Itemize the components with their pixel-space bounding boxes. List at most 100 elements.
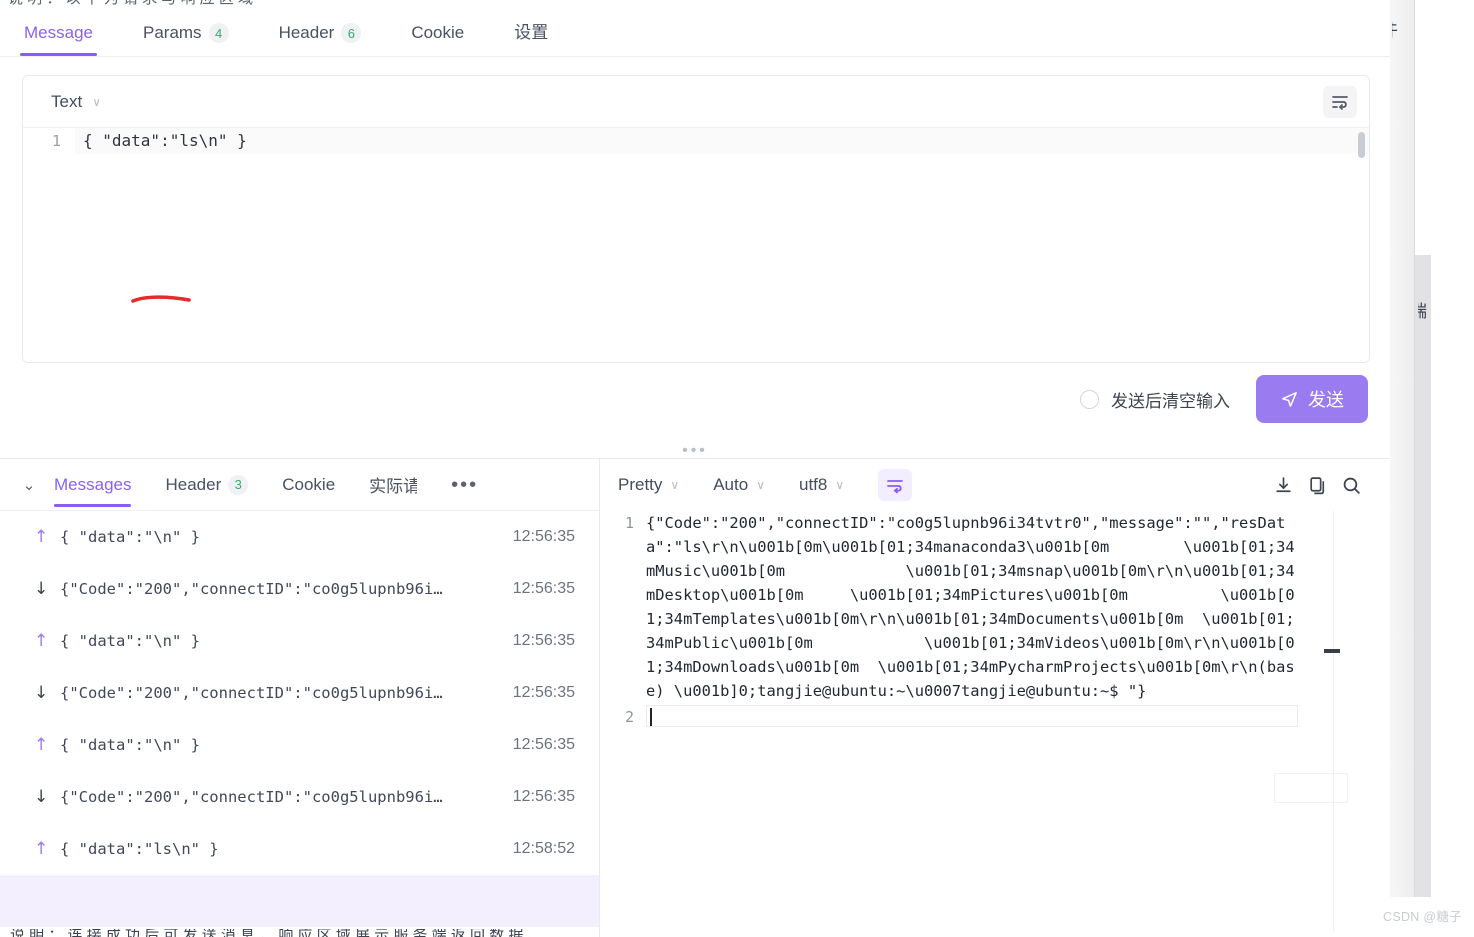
response-line-2: 2 <box>600 705 1390 729</box>
arrow-up-icon: ↑ <box>34 631 49 651</box>
tab-message-label: Message <box>24 23 93 42</box>
response-panel: Pretty ∨ Auto ∨ utf8 ∨ 1 {"Code":"200","… <box>600 459 1390 937</box>
tab-response-cookie[interactable]: Cookie <box>282 459 335 510</box>
response-body-text[interactable]: {"Code":"200","connectID":"co0g5lupnb96i… <box>646 511 1298 703</box>
message-editor-toolbar: Text ∨ <box>23 76 1369 128</box>
code-line-content[interactable]: { "data":"ls\n" } <box>75 128 1369 154</box>
download-icon[interactable] <box>1266 469 1300 501</box>
list-item-time: 12:58:52 <box>512 840 575 857</box>
clear-after-send-label: 发送后清空输入 <box>1111 391 1230 411</box>
word-wrap-icon[interactable] <box>878 469 913 501</box>
bottom-clipped-label: 说 明 ： 连 接 成 功 后 可 发 送 消 息 ， 响 应 区 域 展 示 … <box>10 929 523 937</box>
tab-header[interactable]: Header 6 <box>275 23 366 56</box>
message-code-area[interactable]: 1 { "data":"ls\n" } <box>23 128 1369 362</box>
arrow-down-icon: ↓ <box>34 579 49 599</box>
text-caret <box>650 708 652 726</box>
response-line-number: 1 <box>624 514 634 532</box>
clear-after-send-checkbox[interactable]: 发送后清空输入 <box>1080 387 1230 412</box>
request-panel: Message Params 4 Header 6 Cookie 设置 Text… <box>0 9 1390 459</box>
messages-list[interactable]: ↑ { "data":"\n" } 12:56:35 ↓ {"Code":"20… <box>0 511 599 937</box>
tabs-overflow-button[interactable]: ••• <box>451 475 478 495</box>
format-select[interactable]: Text ∨ <box>51 92 101 112</box>
chevron-down-icon: ∨ <box>756 478 765 492</box>
list-item-text: {"Code":"200","connectID":"co0g5lupnb96i… <box>60 580 443 598</box>
clipped-text-mid-label: 端 <box>1418 302 1427 321</box>
tab-messages-label: Messages <box>54 474 132 494</box>
checkbox-circle-icon[interactable] <box>1080 389 1099 409</box>
charset-select[interactable]: utf8 ∨ <box>799 475 844 495</box>
charset-select-value: utf8 <box>798 475 828 494</box>
adjacent-window-strip: 件 端 <box>1390 0 1474 937</box>
red-annotation-underline <box>131 295 191 303</box>
tab-actual-request-label: 实际请 <box>369 477 418 496</box>
list-item-text: {"Code":"200","connectID":"co0g5lupnb96i… <box>60 684 443 702</box>
chevron-down-icon: ∨ <box>670 478 680 492</box>
top-clipped-text: 说 明 ： 以 下 为 请 求 与 响 应 区 域 <box>0 0 1474 9</box>
arrow-down-icon: ↓ <box>34 787 49 807</box>
tab-response-header[interactable]: Header 3 <box>165 459 249 510</box>
list-item-time: 12:56:35 <box>512 528 575 545</box>
list-item[interactable]: ↓ {"Code":"200","connectID":"co0g5lupnb9… <box>0 667 599 719</box>
list-item-text: {"Code":"200","connectID":"co0g5lupnb96i… <box>60 788 443 806</box>
tab-actual-request[interactable]: 实际请 <box>369 459 418 510</box>
editor-scrollbar-thumb[interactable] <box>1358 132 1365 158</box>
clipped-text-mid: 端 <box>1418 300 1448 322</box>
search-icon[interactable] <box>1334 469 1368 501</box>
editor-scrollbar-track[interactable] <box>1358 130 1367 360</box>
list-item-text: { "data":"\n" } <box>60 528 200 546</box>
send-button-label: 发送 <box>1308 390 1344 410</box>
tab-message[interactable]: Message <box>20 23 97 56</box>
response-scrollbar-thumb[interactable] <box>1324 649 1340 653</box>
paper-plane-icon <box>1282 391 1297 407</box>
tab-cookie-label: Cookie <box>411 23 465 42</box>
code-line-number: 1 <box>51 132 61 150</box>
list-item-time: 12:56:35 <box>512 788 575 805</box>
pretty-select[interactable]: Pretty ∨ <box>618 475 679 495</box>
list-item-text: { "data":"ls\n" } <box>60 840 219 858</box>
send-controls: 发送后清空输入 发送 <box>1080 375 1368 423</box>
response-toolbar: Pretty ∨ Auto ∨ utf8 ∨ <box>600 459 1390 511</box>
list-item[interactable]: ↑ { "data":"ls\n" } 12:58:52 <box>0 823 599 875</box>
arrow-up-icon: ↑ <box>34 735 49 755</box>
tab-header-badge: 6 <box>341 23 362 43</box>
list-item[interactable]: ↑ { "data":"\n" } 12:56:35 <box>0 719 599 771</box>
list-item-selected[interactable] <box>0 875 599 927</box>
panel-splitter[interactable]: ••• <box>0 442 1390 459</box>
response-edge-box <box>1274 773 1348 803</box>
list-item[interactable]: ↑ { "data":"\n" } 12:56:35 <box>0 615 599 667</box>
copy-icon[interactable] <box>1300 469 1334 501</box>
response-line-1: 1 {"Code":"200","connectID":"co0g5lupnb9… <box>600 511 1390 703</box>
splitter-dots: ••• <box>682 442 708 459</box>
lower-area: ⌄ Messages Header 3 Cookie 实际请 ••• ↑ {"… <box>0 459 1390 937</box>
tab-response-header-badge: 3 <box>228 474 249 495</box>
response-scrollbar-track[interactable] <box>1333 511 1334 931</box>
format-select-value: Text <box>51 91 83 111</box>
tab-params-badge: 4 <box>208 23 229 43</box>
list-item[interactable]: ↓ {"Code":"200","connectID":"co0g5lupnb9… <box>0 771 599 823</box>
tab-settings[interactable]: 设置 <box>510 18 552 56</box>
response-body[interactable]: 1 {"Code":"200","connectID":"co0g5lupnb9… <box>600 511 1390 931</box>
adjacent-window-scrollbar[interactable] <box>1415 255 1431 897</box>
tab-cookie[interactable]: Cookie <box>407 23 468 56</box>
response-line-number: 2 <box>624 708 634 726</box>
request-tabbar: Message Params 4 Header 6 Cookie 设置 <box>0 9 1390 57</box>
tab-messages[interactable]: Messages <box>54 459 132 510</box>
list-item-text: { "data":"\n" } <box>60 632 200 650</box>
top-clipped-label: 说 明 ： 以 下 为 请 求 与 响 应 区 域 <box>8 0 253 8</box>
response-line-2-content[interactable] <box>646 705 1298 727</box>
list-item[interactable]: ↑ { "data":"\n" } 12:56:35 <box>0 511 599 563</box>
pretty-select-value: Pretty <box>618 475 663 494</box>
watermark: CSDN @糖子 <box>1383 910 1462 924</box>
code-line-1: 1 { "data":"ls\n" } <box>23 128 1369 154</box>
tab-params[interactable]: Params 4 <box>139 23 233 56</box>
chevron-down-icon[interactable]: ⌄ <box>16 472 42 498</box>
auto-select[interactable]: Auto ∨ <box>713 475 765 495</box>
list-item-time: 12:56:35 <box>512 736 575 753</box>
arrow-up-icon: ↑ <box>34 527 49 547</box>
messages-tabbar: ⌄ Messages Header 3 Cookie 实际请 ••• <box>0 459 599 511</box>
arrow-down-icon: ↓ <box>34 683 49 703</box>
arrow-up-icon: ↑ <box>34 839 49 859</box>
word-wrap-icon[interactable] <box>1323 85 1357 118</box>
send-button[interactable]: 发送 <box>1256 375 1368 423</box>
list-item[interactable]: ↓ {"Code":"200","connectID":"co0g5lupnb9… <box>0 563 599 615</box>
